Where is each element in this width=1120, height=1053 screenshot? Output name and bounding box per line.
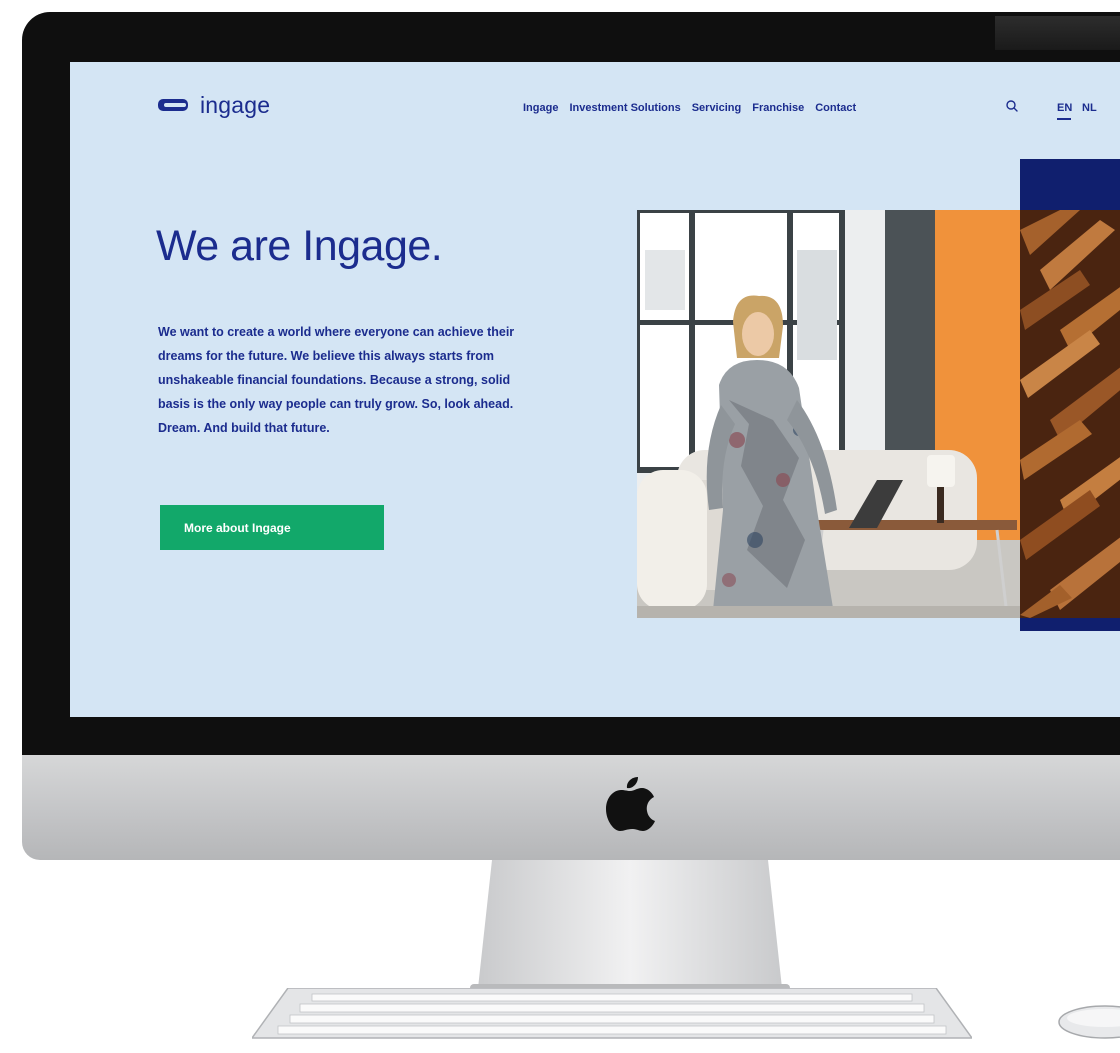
- nav-item-contact[interactable]: Contact: [815, 102, 856, 114]
- keyboard: [252, 988, 972, 1039]
- search-icon[interactable]: [1005, 99, 1019, 113]
- nav-item-investment-solutions[interactable]: Investment Solutions: [569, 102, 680, 114]
- main-nav: Ingage Investment Solutions Servicing Fr…: [523, 102, 856, 114]
- logo-mark-icon: [158, 97, 192, 115]
- wood-texture-image: [1020, 210, 1120, 618]
- apple-logo-icon: [606, 777, 655, 831]
- hero-body-text: We want to create a world where everyone…: [158, 325, 515, 435]
- imac-stand: [470, 860, 790, 994]
- imac-chin: [22, 755, 1120, 860]
- active-language-indicator: [1057, 118, 1071, 120]
- language-en[interactable]: EN: [1057, 102, 1072, 114]
- imac-mockup: ingage Ingage Investment Solutions Servi…: [0, 0, 1120, 1053]
- site-logo[interactable]: ingage: [158, 92, 270, 119]
- nav-item-franchise[interactable]: Franchise: [752, 102, 804, 114]
- logo-text: ingage: [200, 92, 271, 118]
- nav-item-servicing[interactable]: Servicing: [692, 102, 742, 114]
- hero-photo: [637, 210, 1020, 618]
- website-screen: ingage Ingage Investment Solutions Servi…: [70, 62, 1120, 717]
- hero-title: We are Ingage.: [156, 222, 443, 270]
- language-nl[interactable]: NL: [1082, 102, 1097, 114]
- more-about-ingage-button[interactable]: More about Ingage: [160, 505, 384, 550]
- bezel-glare: [995, 16, 1120, 50]
- nav-item-ingage[interactable]: Ingage: [523, 102, 558, 114]
- mouse: [1058, 1005, 1120, 1039]
